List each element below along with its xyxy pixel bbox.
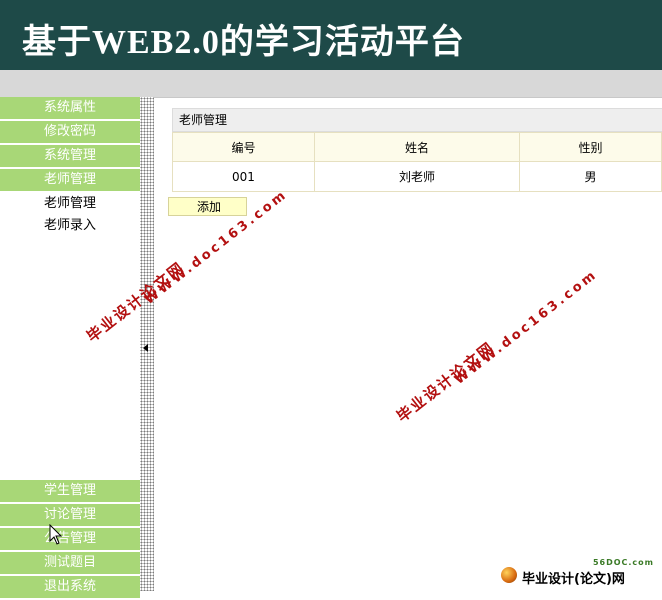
sidebar-item-teacher-management[interactable]: 老师管理 <box>0 169 140 193</box>
column-header-name: 姓名 <box>313 132 521 162</box>
sidebar-subitem-teacher-entry[interactable]: 老师录入 <box>0 215 140 237</box>
header-banner: 基于WEB2.0的学习活动平台 <box>0 0 662 70</box>
sidebar-splitter[interactable] <box>140 97 154 591</box>
cell-id: 001 <box>172 161 315 192</box>
sidebar-item-discussion-management[interactable]: 讨论管理 <box>0 504 140 528</box>
teacher-table: 编号 姓名 性别 001 刘老师 男 <box>172 132 662 192</box>
sidebar-item-system-management[interactable]: 系统管理 <box>0 145 140 169</box>
brand-text: 毕业设计(论文)网 <box>522 572 625 587</box>
header-subbar <box>0 70 662 98</box>
brand-logo-icon <box>501 567 517 583</box>
sidebar-item-announcement-management[interactable]: 公告管理 <box>0 528 140 552</box>
table-header-row: 编号 姓名 性别 <box>172 132 662 162</box>
panel-title: 老师管理 <box>172 108 662 132</box>
sidebar: 系统属性 修改密码 系统管理 老师管理 老师管理 老师录入 学生管理 讨论管理 … <box>0 97 140 600</box>
watermark-text: 毕业设计论文网 <box>393 338 499 426</box>
brand-site: 56DOC.com <box>592 558 654 567</box>
cell-name: 刘老师 <box>313 161 521 192</box>
teacher-management-panel: 老师管理 编号 姓名 性别 001 刘老师 男 <box>172 108 662 192</box>
sidebar-item-change-password[interactable]: 修改密码 <box>0 121 140 145</box>
column-header-id: 编号 <box>172 132 315 162</box>
sidebar-item-student-management[interactable]: 学生管理 <box>0 480 140 504</box>
cell-gender: 男 <box>519 161 662 192</box>
table-row[interactable]: 001 刘老师 男 <box>172 161 662 192</box>
sidebar-item-system-properties[interactable]: 系统属性 <box>0 97 140 121</box>
collapse-arrow-icon[interactable] <box>143 344 148 352</box>
watermark-url: WWW.doc163.com <box>452 266 601 388</box>
sidebar-subitem-teacher-management[interactable]: 老师管理 <box>0 193 140 215</box>
sidebar-item-logout[interactable]: 退出系统 <box>0 576 140 600</box>
brand-watermark: 56DOC.com 毕业设计(论文)网 <box>498 556 660 590</box>
add-button[interactable]: 添加 <box>168 197 247 216</box>
mouse-cursor-icon <box>49 524 63 545</box>
sidebar-item-test-questions[interactable]: 测试题目 <box>0 552 140 576</box>
column-header-gender: 性别 <box>519 132 662 162</box>
app-title: 基于WEB2.0的学习活动平台 <box>22 22 465 62</box>
